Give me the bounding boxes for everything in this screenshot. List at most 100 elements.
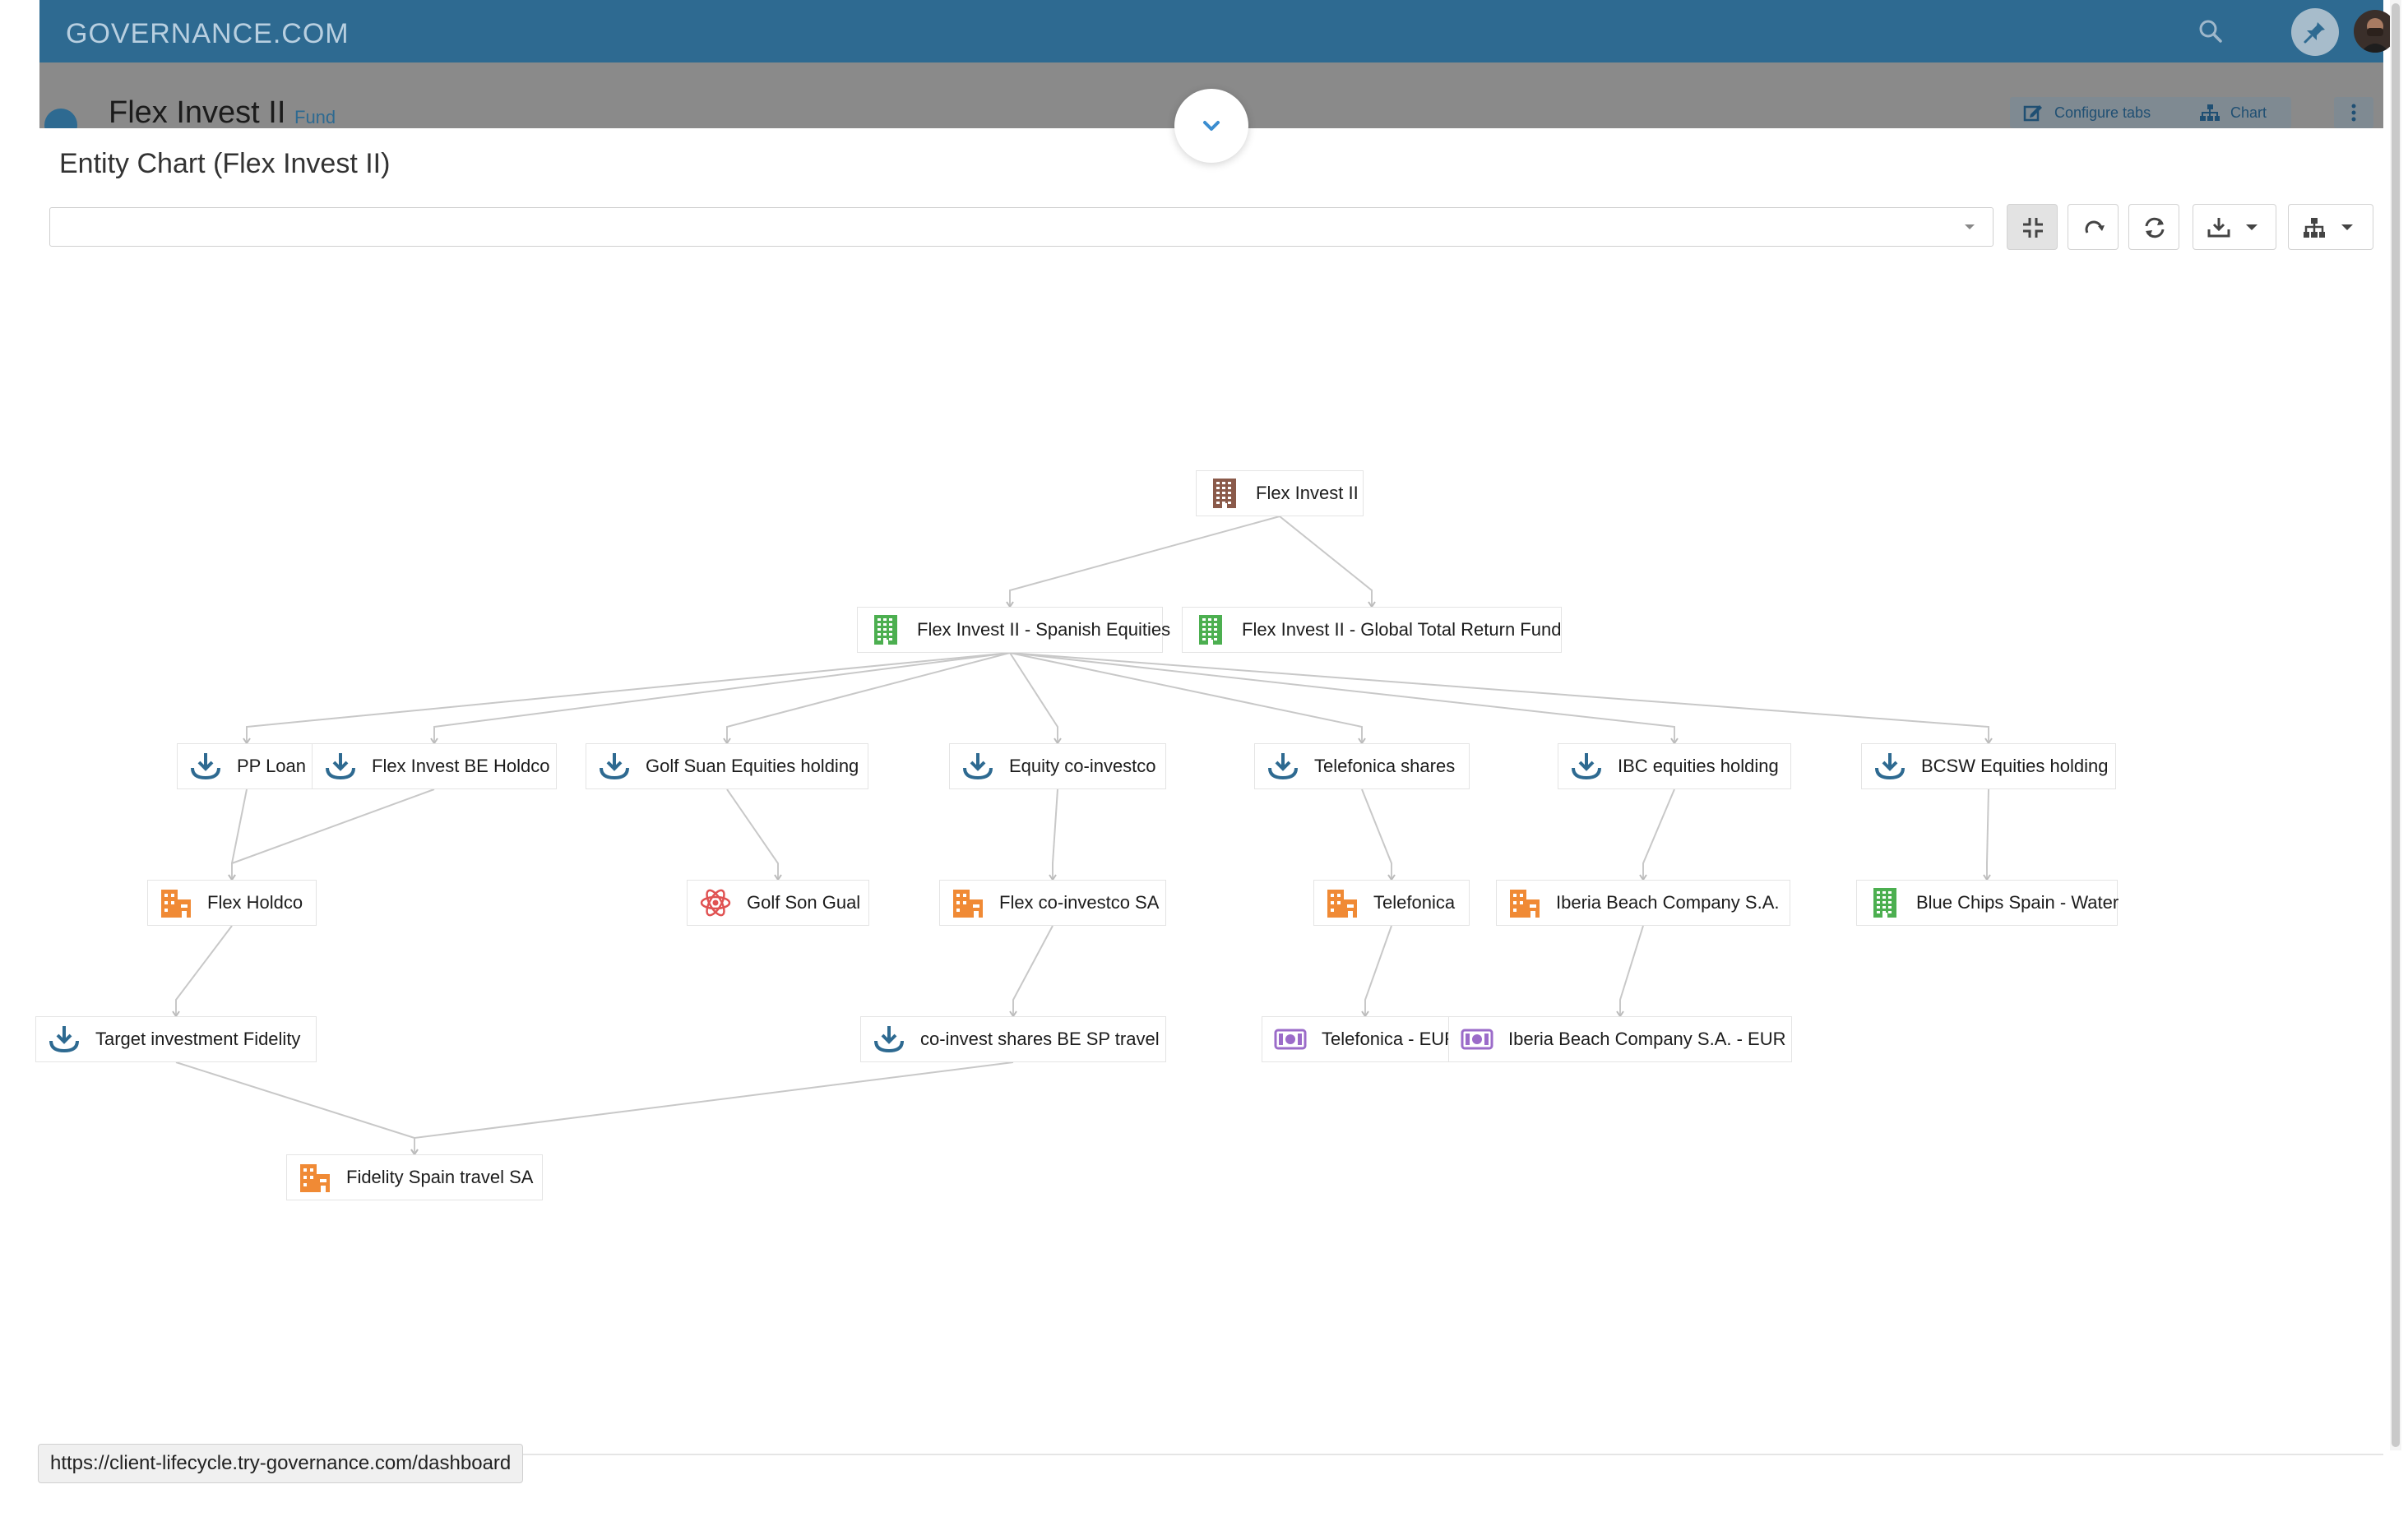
more-options-button[interactable] — [2334, 97, 2373, 128]
chart-node[interactable]: IBC equities holding — [1558, 743, 1791, 789]
fit-to-screen-button[interactable] — [2007, 204, 2058, 250]
download-icon — [2207, 218, 2230, 238]
chart-button[interactable]: Chart — [2186, 97, 2291, 128]
company-icon — [299, 1161, 331, 1194]
banknote-icon — [1274, 1023, 1307, 1056]
layout-button[interactable] — [2288, 204, 2373, 250]
chart-node[interactable]: Target investment Fidelity — [35, 1016, 317, 1062]
chart-node[interactable]: Telefonica - EUR — [1262, 1016, 1469, 1062]
chart-edge — [1009, 652, 1675, 743]
chart-node[interactable]: Telefonica — [1313, 880, 1470, 926]
chart-edge — [1279, 516, 1373, 607]
chart-edge — [1009, 652, 1989, 743]
collapse-header-toggle[interactable] — [1174, 89, 1248, 163]
download-icon — [1267, 750, 1299, 783]
chart-edge — [726, 652, 1011, 743]
chart-node-label: Iberia Beach Company S.A. - EUR — [1508, 1029, 1786, 1049]
vertical-scrollbar-thumb[interactable] — [2392, 3, 2400, 1447]
chart-edge — [1012, 925, 1054, 1016]
chart-edge — [246, 652, 1011, 743]
entity-type-link[interactable]: Fund — [294, 107, 336, 128]
refresh-icon — [2145, 217, 2165, 238]
chart-node[interactable]: Golf Son Gual — [687, 880, 869, 926]
app-logo[interactable]: GOVERNANCE.COM — [66, 18, 350, 50]
chart-node[interactable]: PP Loan — [177, 743, 317, 789]
download-icon — [48, 1023, 81, 1056]
chart-edge — [1009, 652, 1058, 743]
search-icon[interactable] — [2196, 16, 2225, 46]
chart-edge — [433, 652, 1011, 743]
compress-icon — [2023, 218, 2043, 238]
chart-node-label: Flex Invest II - Spanish Equities — [917, 619, 1171, 640]
redo-icon — [2085, 220, 2105, 234]
chart-node[interactable]: Equity co-investco — [949, 743, 1166, 789]
caret-down-icon — [1965, 224, 1975, 229]
chart-edge — [1052, 788, 1058, 880]
pin-button[interactable] — [2291, 8, 2339, 56]
chart-node-label: IBC equities holding — [1618, 756, 1779, 776]
entity-select-dropdown[interactable] — [49, 207, 1994, 247]
download-icon — [1873, 750, 1906, 783]
caret-down-icon — [2341, 224, 2353, 230]
chart-node[interactable]: Flex Invest II - Spanish Equities — [857, 607, 1170, 653]
download-icon — [598, 750, 631, 783]
download-button[interactable] — [2193, 204, 2276, 250]
chart-node-label: Flex Invest BE Holdco — [372, 756, 550, 776]
chart-node[interactable]: Iberia Beach Company S.A. — [1496, 880, 1790, 926]
refresh-button[interactable] — [2128, 204, 2179, 250]
download-icon — [324, 750, 357, 783]
configure-tabs-button[interactable]: Configure tabs — [2010, 97, 2193, 128]
chart-edge — [1619, 925, 1644, 1016]
chart-node-label: co-invest shares BE SP travel — [920, 1029, 1160, 1049]
chart-node-label: PP Loan — [237, 756, 307, 776]
redo-button[interactable] — [2068, 204, 2119, 250]
top-navbar: GOVERNANCE.COM — [39, 0, 2396, 62]
chart-node[interactable]: Iberia Beach Company S.A. - EUR — [1448, 1016, 1792, 1062]
chart-node-label: Golf Suan Equities holding — [646, 756, 859, 776]
chart-node-label: BCSW Equities holding — [1921, 756, 2109, 776]
chart-node[interactable]: Flex Holdco — [147, 880, 317, 926]
chart-node[interactable]: Flex Invest II — [1196, 470, 1364, 516]
more-vertical-icon — [2351, 104, 2356, 122]
chart-node[interactable]: co-invest shares BE SP travel — [860, 1016, 1166, 1062]
page-title: Entity Chart (Flex Invest II) — [59, 148, 391, 179]
company-icon — [952, 886, 984, 919]
pin-icon — [2304, 22, 2325, 44]
edit-icon — [2023, 105, 2042, 122]
banknote-icon — [1461, 1023, 1493, 1056]
chevron-down-icon — [1203, 121, 1220, 131]
status-bar-url: https://client-lifecycle.try-governance.… — [38, 1444, 524, 1483]
building-icon — [1194, 613, 1227, 646]
chart-node-label: Fidelity Spain travel SA — [346, 1167, 534, 1187]
chart-node[interactable]: Golf Suan Equities holding — [586, 743, 868, 789]
chart-node[interactable]: Flex Invest BE Holdco — [312, 743, 557, 789]
chart-node[interactable]: Fidelity Spain travel SA — [286, 1154, 543, 1200]
chart-edge — [175, 925, 233, 1016]
chart-node[interactable]: Telefonica shares — [1254, 743, 1470, 789]
chart-label: Chart — [2230, 104, 2267, 121]
chart-node-label: Telefonica shares — [1314, 756, 1456, 776]
chart-node[interactable]: Flex Invest II - Global Total Return Fun… — [1182, 607, 1562, 653]
building-icon — [1869, 886, 1901, 919]
chart-node-label: Flex Holdco — [207, 892, 303, 913]
chart-node[interactable]: Blue Chips Spain - Water — [1856, 880, 2119, 926]
org-chart-icon — [2200, 104, 2220, 121]
company-icon — [1508, 886, 1541, 919]
download-icon — [961, 750, 994, 783]
company-icon — [160, 886, 192, 919]
chart-edge — [1642, 788, 1675, 880]
chart-edge — [726, 788, 779, 880]
caret-down-icon — [2246, 224, 2258, 230]
download-icon — [1570, 750, 1603, 783]
sidebar-toggle-button[interactable] — [44, 109, 77, 128]
chart-edge — [1009, 516, 1280, 607]
chart-edge — [1986, 788, 1989, 880]
chart-node-label: Iberia Beach Company S.A. — [1556, 892, 1780, 913]
company-icon — [1326, 886, 1359, 919]
chart-edge — [231, 788, 248, 880]
chart-node[interactable]: BCSW Equities holding — [1861, 743, 2116, 789]
download-icon — [189, 750, 222, 783]
chart-node[interactable]: Flex co-investco SA — [939, 880, 1166, 926]
building-icon — [869, 613, 902, 646]
chart-edge — [1009, 652, 1363, 743]
